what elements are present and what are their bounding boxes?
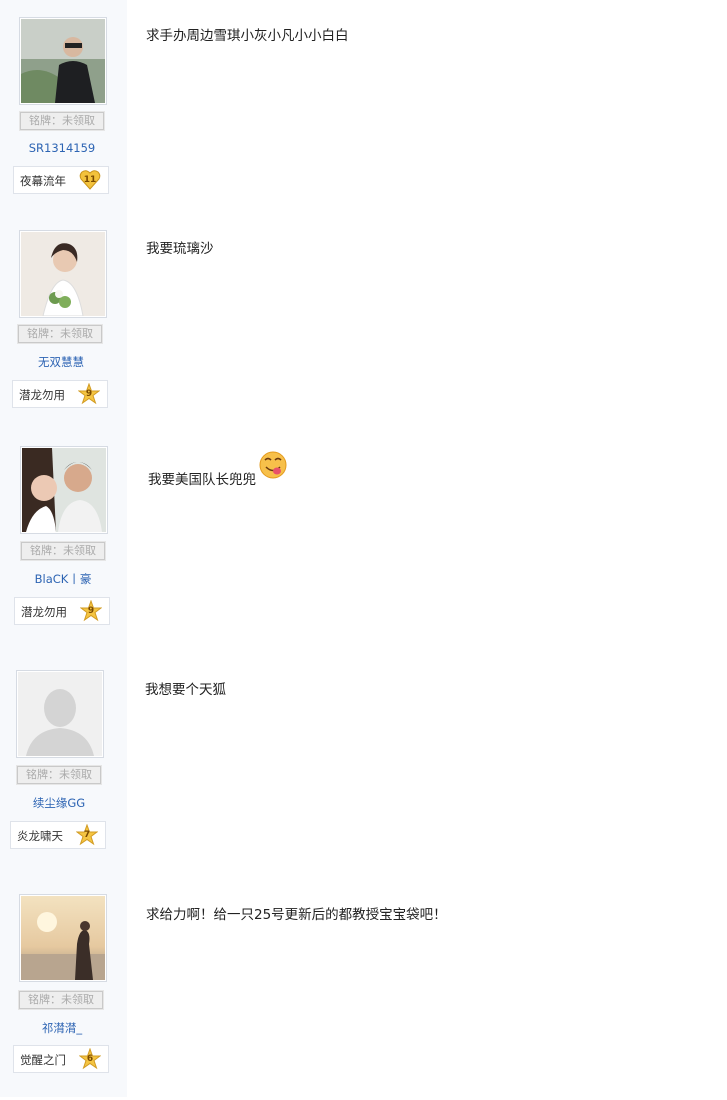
level-tag[interactable]: 潜龙勿用 9 [14, 597, 110, 625]
level-number: 11 [83, 175, 97, 185]
level-tag[interactable]: 炎龙啸天 7 [10, 821, 106, 849]
avatar-photo [21, 232, 105, 316]
level-number: 9 [85, 389, 93, 399]
level-tag[interactable]: 潜龙勿用 9 [12, 380, 108, 408]
post-item: 铭牌：未领取 SR1314159 夜幕流年 11 求手办周边雪琪小灰小凡小小白白 [0, 0, 727, 224]
username-link[interactable]: SR1314159 [13, 141, 111, 155]
nameplate-badge: 铭牌：未领取 [18, 990, 104, 1010]
avatar-photo [22, 448, 106, 532]
post-content: 求给力啊！给一只25号更新后的都教授宝宝袋吧！ [146, 907, 447, 923]
level-name: 觉醒之门 [20, 1053, 66, 1067]
post-content: 求手办周边雪琪小灰小凡小小白白 [146, 28, 349, 44]
username-link[interactable]: 祁潸潸_ [13, 1020, 111, 1036]
nameplate-badge: 铭牌：未领取 [17, 324, 103, 344]
post-content: 我要美国队长兜兜 [148, 472, 256, 488]
post-item: 铭牌：未领取 续尘缘GG 炎龙啸天 7 我想要个天狐 [0, 652, 727, 876]
nameplate-badge: 铭牌：未领取 [20, 541, 106, 561]
level-name: 夜幕流年 [20, 174, 66, 188]
post-content: 我想要个天狐 [145, 682, 226, 698]
avatar[interactable] [19, 230, 107, 318]
level-number: 7 [83, 830, 91, 840]
avatar-photo [21, 19, 105, 103]
post-item: 铭牌：未领取 无双慧慧 潜龙勿用 9 我要琉璃沙 [0, 212, 727, 436]
default-avatar-icon [18, 672, 102, 756]
level-tag[interactable]: 夜幕流年 11 [13, 166, 109, 194]
avatar[interactable] [16, 670, 104, 758]
level-number: 6 [86, 1054, 94, 1064]
nameplate-badge: 铭牌：未领取 [19, 111, 105, 131]
username-link[interactable]: 无双慧慧 [12, 354, 110, 370]
username-link[interactable]: BlaCK丨豪 [14, 571, 112, 587]
tongue-smiley-emoji-icon [259, 451, 287, 479]
post-content: 我要琉璃沙 [146, 241, 214, 257]
level-name: 潜龙勿用 [21, 605, 67, 619]
post-item: 铭牌：未领取 BlaCK丨豪 潜龙勿用 9 我要美国队长兜兜 [0, 428, 727, 652]
level-tag[interactable]: 觉醒之门 6 [13, 1045, 109, 1073]
post-item: 铭牌：未领取 祁潸潸_ 觉醒之门 6 求给力啊！给一只25号更新后的都教授宝宝袋… [0, 876, 727, 1100]
avatar[interactable] [19, 17, 107, 105]
avatar[interactable] [20, 446, 108, 534]
avatar-photo [21, 896, 105, 980]
level-name: 潜龙勿用 [19, 388, 65, 402]
level-name: 炎龙啸天 [17, 829, 63, 843]
level-number: 9 [87, 606, 95, 616]
avatar[interactable] [19, 894, 107, 982]
nameplate-badge: 铭牌：未领取 [16, 765, 102, 785]
username-link[interactable]: 续尘缘GG [10, 795, 108, 811]
